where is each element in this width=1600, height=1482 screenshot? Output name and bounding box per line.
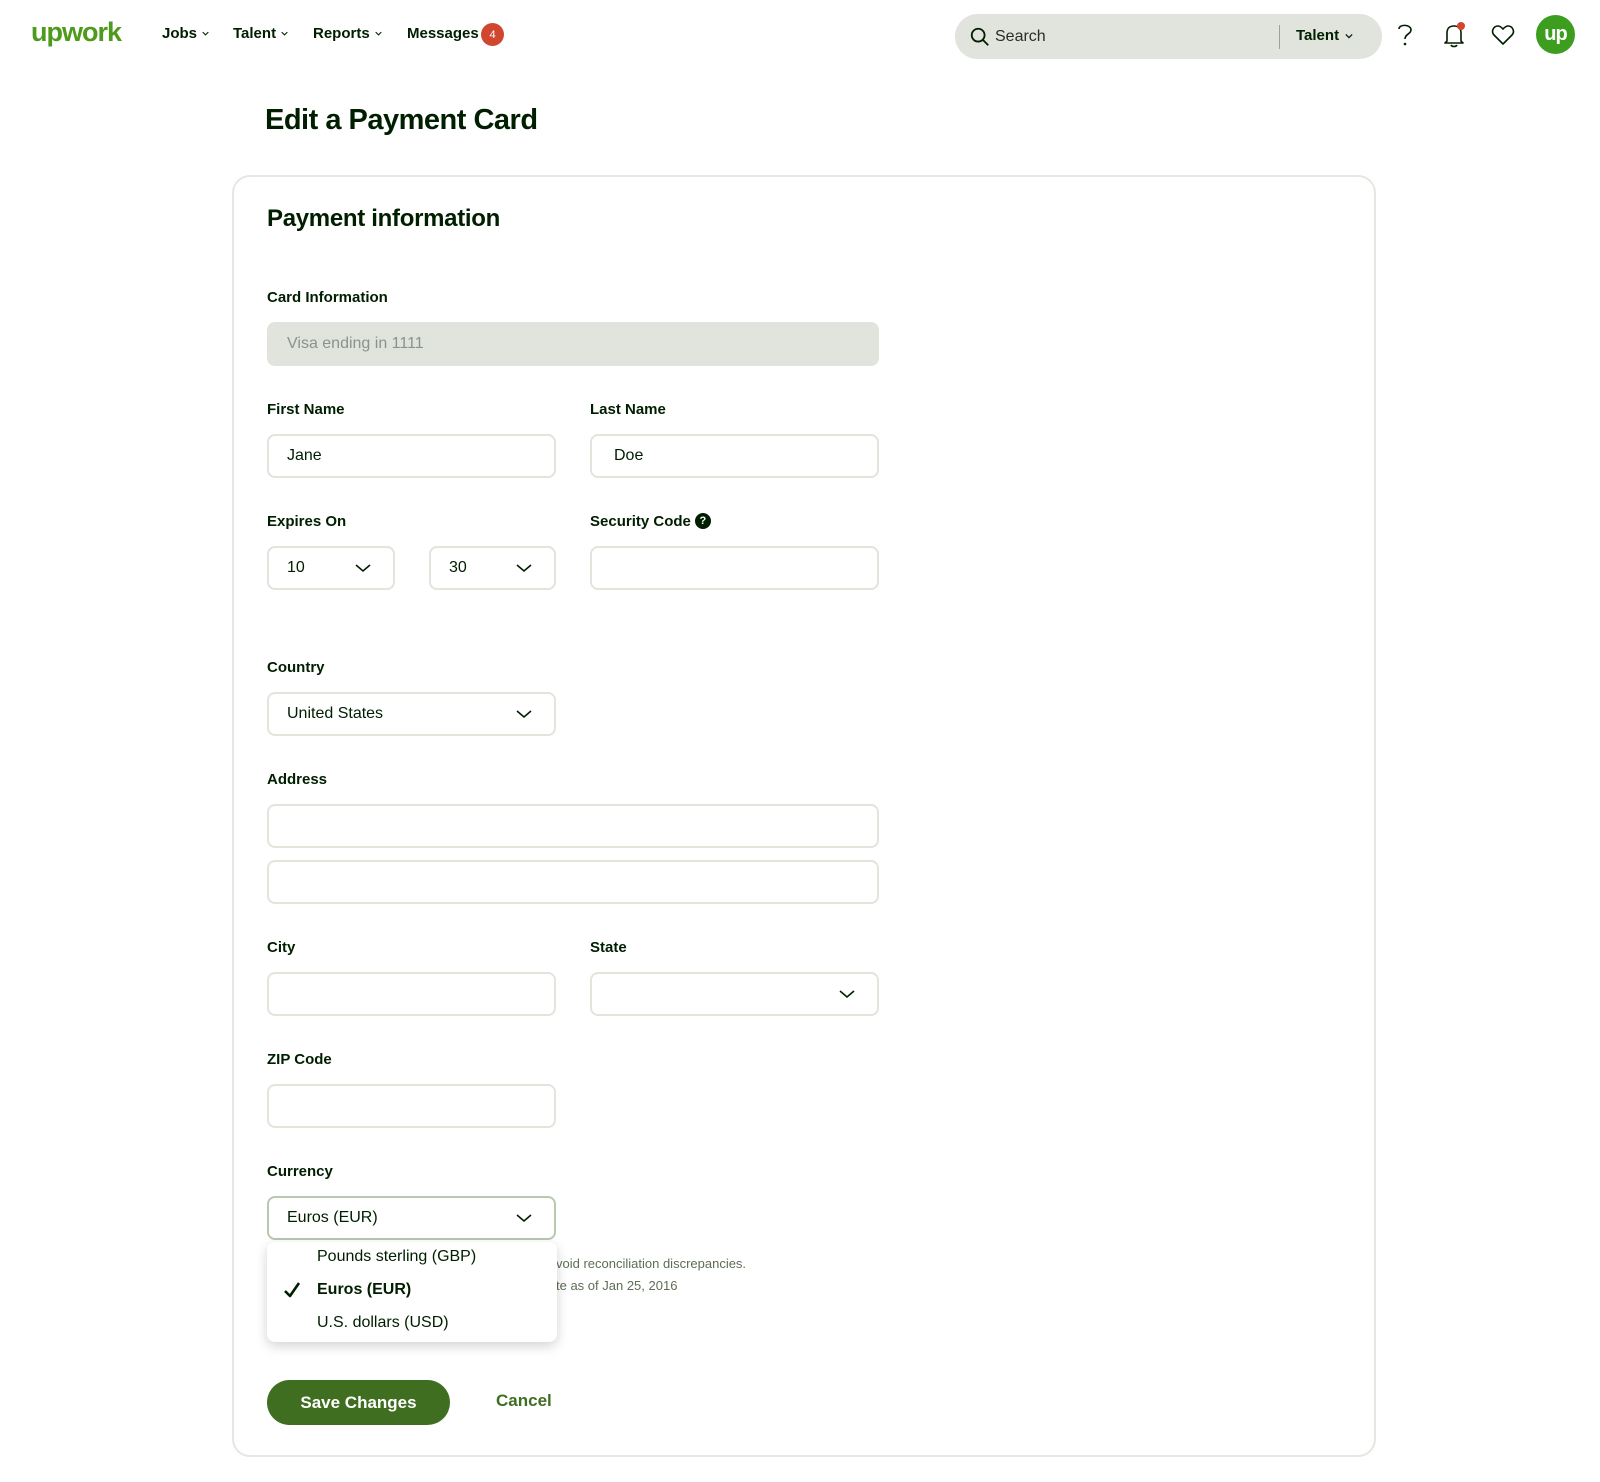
search-bar: Talent [955, 14, 1382, 59]
last-name-input[interactable] [610, 436, 877, 476]
currency-option-eur[interactable]: Euros (EUR) [267, 1275, 557, 1308]
currency-option-usd[interactable]: U.S. dollars (USD) [267, 1308, 557, 1341]
city-input[interactable] [287, 974, 554, 1014]
nav-item-jobs[interactable]: Jobs [162, 25, 209, 42]
payment-card-form: Payment information Card Information Vis… [232, 175, 1376, 1457]
nav-item-label: Talent [233, 25, 277, 42]
question-circle-icon[interactable]: ? [694, 513, 711, 529]
notifications-button[interactable] [1437, 18, 1471, 52]
notification-bell-icon [1444, 22, 1465, 48]
currency-value: Euros (EUR) [287, 1209, 378, 1226]
address-label: Address [267, 771, 328, 788]
first-name-input[interactable] [287, 436, 554, 476]
chevron-down-icon [516, 564, 532, 573]
expiry-year-select[interactable]: 30 [429, 546, 556, 590]
messages-badge: 4 [481, 23, 504, 46]
currency-select[interactable]: Euros (EUR) [267, 1196, 556, 1240]
country-label: Country [267, 659, 325, 676]
nav-item-reports[interactable]: Reports [313, 25, 382, 42]
state-label: State [590, 939, 627, 956]
security-code-field[interactable] [590, 546, 879, 590]
chevron-down-icon [516, 1214, 532, 1223]
cancel-link[interactable]: Cancel [496, 1391, 552, 1411]
country-value: United States [287, 705, 384, 722]
help-icon [1398, 24, 1412, 46]
section-title: Payment information [267, 205, 500, 232]
expires-on-label: Expires On [267, 513, 347, 530]
favorites-heart-icon [1491, 25, 1515, 45]
search-icon [970, 27, 989, 46]
chevron-down-icon [516, 710, 532, 719]
nav-item-label: Reports [313, 25, 370, 42]
city-field[interactable] [267, 972, 556, 1016]
expiry-year-value: 30 [449, 559, 467, 576]
user-avatar[interactable]: up [1536, 15, 1575, 54]
currency-option-label: U.S. dollars (USD) [317, 1314, 449, 1331]
nav-item-label: Jobs [162, 25, 198, 42]
country-select[interactable]: United States [267, 692, 556, 736]
address-line1-field[interactable] [267, 804, 879, 848]
security-code-label-text: Security Code [590, 513, 691, 530]
help-button[interactable] [1388, 18, 1422, 52]
currency-note-line2: te as of Jan 25, 2016 [556, 1278, 678, 1293]
chevron-down-icon [839, 990, 855, 999]
chevron-down-icon [1345, 33, 1353, 38]
checkmark-icon [284, 1282, 300, 1298]
search-input[interactable] [995, 14, 1225, 59]
security-code-label: Security Code? [590, 513, 711, 530]
currency-option-gbp[interactable]: Pounds sterling (GBP) [267, 1242, 557, 1275]
address-line2-field[interactable] [267, 860, 879, 904]
expiry-month-select[interactable]: 10 [267, 546, 395, 590]
zip-code-input[interactable] [287, 1086, 554, 1126]
first-name-label: First Name [267, 401, 345, 418]
search-scope-dropdown[interactable]: Talent [1296, 27, 1353, 44]
search-scope-label: Talent [1296, 27, 1340, 44]
last-name-field[interactable] [590, 434, 879, 478]
state-select[interactable] [590, 972, 879, 1016]
chevron-down-icon [202, 31, 209, 36]
security-code-input[interactable] [610, 548, 877, 588]
currency-label: Currency [267, 1163, 333, 1180]
nav-item-talent[interactable]: Talent [233, 25, 288, 42]
last-name-label: Last Name [590, 401, 666, 418]
address-line1-input[interactable] [287, 806, 877, 846]
currency-dropdown-menu: Pounds sterling (GBP) Euros (EUR) U.S. d… [267, 1242, 557, 1342]
currency-note-line1: void reconciliation discrepancies. [556, 1256, 747, 1271]
card-information-value: Visa ending in 1111 [287, 335, 424, 352]
card-information-field: Visa ending in 1111 [267, 322, 879, 366]
nav-item-messages[interactable]: Messages [407, 25, 479, 42]
zip-code-field[interactable] [267, 1084, 556, 1128]
chevron-down-icon [355, 564, 371, 573]
currency-option-label: Pounds sterling (GBP) [317, 1248, 477, 1265]
expiry-month-value: 10 [287, 559, 305, 576]
upwork-logo[interactable]: upwork [31, 17, 122, 48]
save-changes-button[interactable]: Save Changes [267, 1380, 450, 1425]
chevron-down-icon [375, 31, 382, 36]
currency-option-label: Euros (EUR) [317, 1281, 412, 1298]
card-information-label: Card Information [267, 289, 388, 306]
zip-code-label: ZIP Code [267, 1051, 332, 1068]
page-title: Edit a Payment Card [265, 104, 538, 136]
search-divider [1279, 25, 1280, 49]
favorites-button[interactable] [1486, 18, 1520, 52]
city-label: City [267, 939, 296, 956]
chevron-down-icon [281, 31, 288, 36]
nav-item-label: Messages [407, 25, 479, 42]
first-name-field[interactable] [267, 434, 556, 478]
address-line2-input[interactable] [287, 862, 877, 902]
top-navigation: upwork Jobs Talent Reports Messages 4 Ta… [0, 0, 1600, 70]
